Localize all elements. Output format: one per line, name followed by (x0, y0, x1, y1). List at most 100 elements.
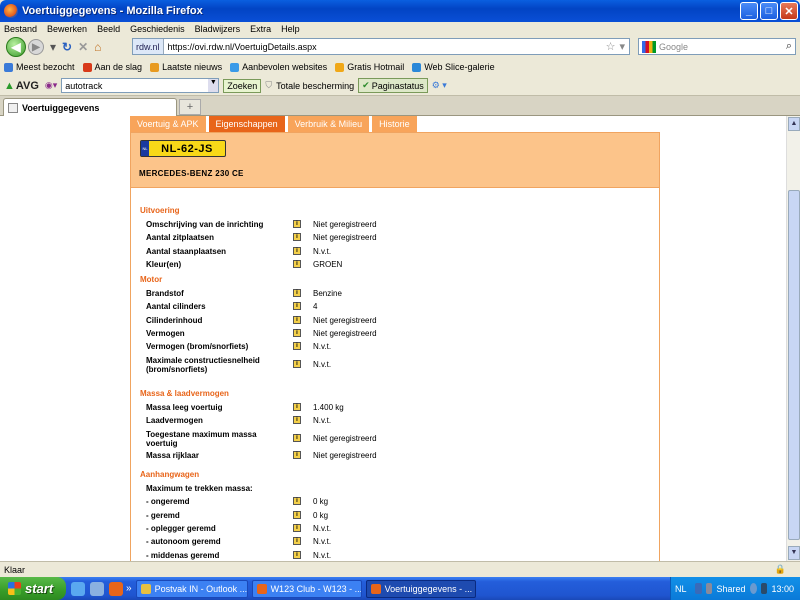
info-icon[interactable]: i (293, 328, 301, 337)
language-indicator[interactable]: NL (675, 584, 687, 594)
forward-button[interactable]: ▶ (28, 39, 44, 55)
printer-icon[interactable] (705, 583, 713, 594)
info-icon[interactable]: i (293, 359, 301, 368)
menu-help[interactable]: Help (281, 24, 300, 34)
browser-tab-voertuiggegevens[interactable]: Voertuiggegevens (3, 98, 177, 116)
spec-row: Kleur(en) i GROEN (146, 259, 646, 270)
task-voertuiggegevens[interactable]: Voertuiggegevens - ... (365, 579, 476, 598)
avg-options-icon[interactable]: ⚙ ▾ (432, 80, 447, 91)
tab-historie[interactable]: Historie (372, 116, 417, 132)
menu-bewerken[interactable]: Bewerken (47, 24, 87, 34)
info-icon[interactable]: i (293, 550, 301, 559)
spec-row: - ongeremd i 0 kg (146, 497, 646, 507)
avg-search-engine-icon[interactable]: ◉▾ (45, 80, 57, 91)
close-button[interactable]: ✕ (780, 2, 798, 20)
stop-icon[interactable]: ✕ (78, 40, 88, 54)
bookmark-meest-bezocht[interactable]: Meest bezocht (4, 62, 75, 72)
spec-value: Benzine (313, 289, 342, 298)
bookmark-gratis-hotmail[interactable]: Gratis Hotmail (335, 62, 404, 72)
scroll-up-arrow[interactable]: ▲ (788, 117, 800, 131)
bookmark-aan-de-slag[interactable]: Aan de slag (82, 62, 142, 72)
spec-label: Massa rijklaar (146, 450, 199, 460)
info-icon[interactable]: i (293, 289, 301, 297)
info-icon[interactable]: i (293, 416, 301, 425)
info-icon[interactable]: i (293, 342, 301, 351)
menu-beeld[interactable]: Beeld (97, 24, 120, 34)
avg-protection[interactable]: Totale bescherming (276, 81, 354, 91)
bookmark-laatste-nieuws[interactable]: Laatste nieuws (150, 62, 222, 72)
menu-extra[interactable]: Extra (250, 24, 271, 34)
info-icon[interactable]: i (293, 403, 301, 411)
history-dropdown-icon[interactable]: ▾ (50, 40, 56, 54)
browser-tab-label: Voertuiggegevens (22, 102, 100, 113)
section-title: Massa & laadvermogen (140, 389, 229, 398)
info-icon[interactable]: i (293, 233, 301, 242)
spec-value: Niet geregistreerd (313, 315, 377, 325)
firefox-icon (370, 583, 381, 594)
desktop-quicklaunch-icon[interactable] (90, 581, 104, 596)
info-icon[interactable]: i (293, 315, 301, 324)
info-icon[interactable]: i (293, 302, 301, 311)
scroll-down-arrow[interactable]: ▼ (788, 546, 800, 560)
info-icon[interactable]: i (293, 246, 301, 255)
maximize-button[interactable]: □ (760, 2, 778, 20)
info-icon[interactable]: i (293, 510, 301, 519)
site-identity-button[interactable]: rdw.nl (133, 39, 164, 54)
tab-voertuig-apk[interactable]: Voertuig & APK (130, 116, 206, 132)
menu-geschiedenis[interactable]: Geschiedenis (130, 24, 185, 34)
spec-value: N.v.t. (313, 342, 332, 352)
avg-search-button[interactable]: Zoeken (223, 78, 262, 93)
shield-icon: ⛉ (265, 80, 273, 90)
menu-bestand[interactable]: Bestand (4, 24, 37, 34)
network-icon[interactable] (694, 583, 702, 594)
bookmarks-toolbar: Meest bezocht Aan de slag Laatste nieuws… (0, 58, 800, 76)
firefox-quicklaunch-icon[interactable] (109, 581, 123, 596)
bookmark-web-slice-galerie[interactable]: Web Slice-galerie (412, 62, 495, 72)
address-bar[interactable]: rdw.nl https://ovi.rdw.nl/VoertuigDetail… (132, 38, 630, 55)
home-icon[interactable]: ⌂ (94, 40, 101, 54)
minimize-button[interactable]: _ (740, 2, 758, 20)
vertical-scrollbar[interactable]: ▲ ▼ (786, 116, 800, 561)
bookmark-aanbevolen-websites[interactable]: Aanbevolen websites (230, 62, 327, 72)
task-w123-club[interactable]: W123 Club - W123 - ... (251, 579, 362, 598)
vehicle-header: NL NL-62-JS MERCEDES-BENZ 230 CE (130, 132, 660, 188)
ie-quicklaunch-icon[interactable] (71, 581, 85, 596)
task-outlook[interactable]: Postvak IN - Outlook ... (135, 579, 248, 598)
avg-page-status-button[interactable]: ✔ Paginastatus (358, 78, 428, 93)
clock: 13:00 (771, 583, 795, 594)
back-button[interactable]: ◀ (6, 37, 26, 57)
tab-eigenschappen[interactable]: Eigenschappen (208, 116, 285, 132)
info-icon[interactable]: i (293, 523, 301, 532)
google-icon[interactable] (642, 40, 656, 53)
menu-bladwijzers[interactable]: Bladwijzers (195, 24, 241, 34)
spec-label: Vermogen (brom/snorfiets) (146, 342, 249, 352)
info-icon[interactable]: i (293, 537, 301, 546)
quicklaunch-more[interactable]: » (126, 583, 132, 594)
info-icon[interactable]: i (293, 220, 301, 228)
lock-icon[interactable]: 🔒 (775, 564, 786, 575)
bookmark-star-icon[interactable]: ☆ (606, 40, 616, 53)
system-tray: NL Shared 13:00 (670, 577, 800, 600)
search-icon[interactable]: ⌕ (786, 40, 792, 53)
url-text[interactable]: https://ovi.rdw.nl/VoertuigDetails.aspx (164, 42, 606, 52)
volume-icon[interactable] (749, 583, 757, 594)
avg-tray-icon[interactable] (760, 583, 768, 594)
info-icon[interactable]: i (293, 450, 301, 459)
info-icon[interactable]: i (293, 497, 301, 506)
scroll-thumb[interactable] (788, 190, 800, 540)
ie-icon (412, 62, 422, 72)
search-box[interactable]: Google ⌕ (638, 38, 796, 55)
url-dropdown-icon[interactable]: ▾ (619, 40, 625, 53)
title-bar[interactable]: Voertuiggegevens - Mozilla Firefox _ □ ✕ (0, 0, 800, 22)
spec-label: Cilinderinhoud (146, 315, 203, 325)
reload-icon[interactable]: ↻ (62, 40, 72, 54)
chevron-down-icon[interactable]: ▼ (208, 79, 219, 92)
avg-search-input[interactable]: autotrack ▼ (61, 78, 220, 93)
info-icon[interactable]: i (293, 259, 301, 268)
avg-logo[interactable]: AVG (4, 80, 39, 92)
info-icon[interactable]: i (293, 433, 301, 442)
ie-icon (230, 62, 240, 72)
start-button[interactable]: start (0, 577, 66, 600)
tab-verbruik-milieu[interactable]: Verbruik & Milieu (287, 116, 370, 132)
new-tab-button[interactable]: + (179, 99, 201, 115)
